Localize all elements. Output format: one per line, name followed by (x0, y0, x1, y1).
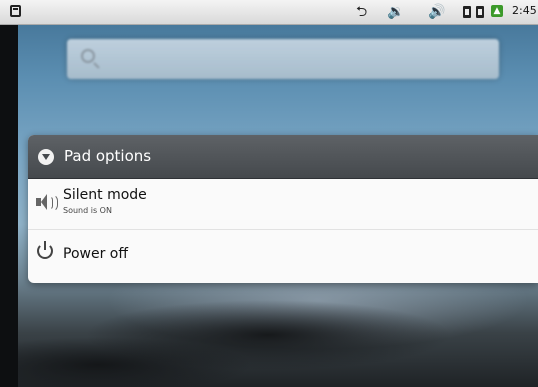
dialog-title: Pad options (64, 147, 152, 165)
dialog-header: Pad options (28, 135, 538, 179)
pad-options-dialog: Pad options Silent mode Sound is ON Powe… (28, 135, 538, 283)
device-bezel (0, 0, 18, 387)
notification-icon[interactable] (10, 5, 21, 17)
volume-up-icon[interactable]: 🔊 (428, 3, 445, 21)
power-off-item[interactable]: Power off (28, 231, 538, 279)
chevron-down-icon (38, 149, 54, 165)
battery-icon (463, 6, 471, 18)
speaker-icon (36, 194, 58, 212)
silent-mode-status: Sound is ON (63, 206, 112, 215)
status-bar: ⮌ 🔉 🔊 ▲ 2:45 (0, 0, 538, 25)
signal-icon: ▲ (491, 5, 503, 17)
power-icon (37, 241, 53, 259)
search-bar[interactable] (67, 39, 499, 79)
battery-charge-icon (476, 6, 484, 18)
divider (28, 229, 538, 230)
silent-mode-item[interactable]: Silent mode Sound is ON (28, 179, 538, 227)
power-off-label: Power off (63, 246, 128, 262)
search-icon (81, 49, 95, 63)
clock-time: 2:45 (512, 4, 537, 17)
silent-mode-label: Silent mode (63, 187, 147, 203)
back-arrow-icon[interactable]: ⮌ (356, 3, 367, 21)
volume-down-icon[interactable]: 🔉 (387, 3, 404, 21)
